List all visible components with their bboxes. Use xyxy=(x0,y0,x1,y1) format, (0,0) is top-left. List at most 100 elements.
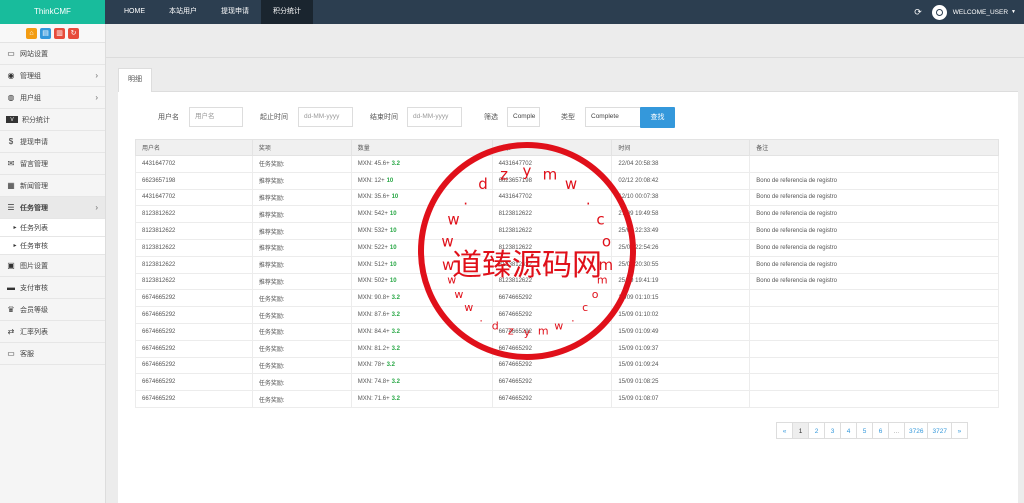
sidebar-item-member-levels[interactable]: ♛ 会员等级 xyxy=(0,299,105,321)
amount-base: MXN: 12+ xyxy=(357,177,385,184)
amount-bonus: 3.2 xyxy=(391,345,400,352)
sidebar-item-task-management[interactable]: ☰ 任务管理 › xyxy=(0,197,105,219)
avatar[interactable] xyxy=(931,4,947,20)
table-row: 6674665292 任务奖励: MXN: 71.6+ 3.2 6674665292 15… xyxy=(135,390,999,408)
sidebar-item-image-settings[interactable]: ▣ 图片设置 xyxy=(0,255,105,277)
sidebar-item-news[interactable]: ▦ 新闻管理 xyxy=(0,175,105,197)
filter-select[interactable]: Comple xyxy=(507,107,540,127)
sidebar-item-task-list[interactable]: ▸ 任务列表 xyxy=(0,219,105,237)
end-date-input[interactable]: dd-MM-yyyy xyxy=(407,107,462,127)
pagination-page[interactable]: 1 xyxy=(792,422,809,439)
cell-amount: MXN: 45.6+ 3.2 xyxy=(350,155,493,173)
amount-base: MXN: 522+ xyxy=(357,244,388,251)
pagination-page[interactable]: 4 xyxy=(840,422,857,439)
cell-award: 任务奖励: xyxy=(251,390,352,408)
cell-time: 22/04 20:58:38 xyxy=(611,155,751,173)
sidebar-item-messages[interactable]: ✉ 留言管理 xyxy=(0,153,105,175)
table-row: 8123812622 推荐奖励: MXN: 512+ 10 8123812622 25/0… xyxy=(135,255,999,274)
cell-remark: Bono de referencia de registro xyxy=(749,171,999,190)
quick-actions: ⌂ ▤ ▥ ↻ xyxy=(0,24,105,43)
amount-bonus: 10 xyxy=(389,278,397,285)
pagination-page: ... xyxy=(888,422,905,439)
cell-remark: Bono de referencia de registro xyxy=(749,272,999,291)
cell-award: 任务奖励: xyxy=(251,356,352,375)
cell-time: 25/09 20:30:55 xyxy=(611,255,751,274)
cell-target: 8123812622 xyxy=(491,238,613,257)
amount-bonus: 10 xyxy=(389,244,397,251)
refresh-cache-icon[interactable]: ↻ xyxy=(68,27,79,39)
nav-users[interactable]: 本站用户 xyxy=(157,0,209,24)
user-icon: ◍ xyxy=(7,93,15,102)
file-icon[interactable]: ▤ xyxy=(40,27,51,39)
nav-withdrawals[interactable]: 提现申请 xyxy=(209,0,261,24)
table-row: 6674665292 任务奖励: MXN: 87.6+ 3.2 6674665292 15… xyxy=(135,306,999,324)
table-row: 8123812622 推荐奖励: MXN: 522+ 10 8123812622 25/0… xyxy=(135,238,999,257)
sidebar-item-site-settings[interactable]: ▭ 网站设置 xyxy=(0,43,105,65)
amount-base: MXN: 87.6+ xyxy=(357,312,390,319)
amount-bonus: 10 xyxy=(386,177,394,184)
table-header-row: 用户名 奖项 数量 对象 时间 备注 xyxy=(135,139,999,156)
pagination-page[interactable]: 3 xyxy=(824,422,841,439)
cell-amount: MXN: 532+ 10 xyxy=(350,222,493,240)
cell-time: 15/09 01:09:37 xyxy=(611,339,751,358)
sidebar-item-withdrawals[interactable]: $ 提现申请 xyxy=(0,131,105,153)
refresh-icon[interactable]: ⟳ xyxy=(914,7,922,18)
cell-amount: MXN: 78+ 3.2 xyxy=(350,356,493,375)
amount-bonus: 3.2 xyxy=(391,312,400,319)
cell-time: 15/09 01:10:15 xyxy=(611,289,751,308)
caret-down-icon[interactable]: ▼ xyxy=(1011,9,1016,15)
sidebar-item-customer-service[interactable]: ▭ 客服 xyxy=(0,343,105,365)
nav-home[interactable]: HOME xyxy=(112,0,157,24)
cell-target: 6674665292 xyxy=(491,322,613,341)
pagination-page[interactable]: 3726 xyxy=(904,422,929,439)
pagination-page[interactable]: 3727 xyxy=(927,422,952,439)
sidebar-item-task-review[interactable]: ▸ 任务审核 xyxy=(0,237,105,255)
cell-award: 推荐奖励: xyxy=(251,255,352,274)
tab-details[interactable]: 明细 xyxy=(118,68,152,92)
cell-amount: MXN: 502+ 10 xyxy=(350,272,493,291)
trash-icon[interactable]: ▥ xyxy=(54,27,65,39)
cell-username: 4431647702 xyxy=(135,155,253,173)
cell-username: 4431647702 xyxy=(135,188,253,207)
pagination-next[interactable]: » xyxy=(950,422,968,439)
cell-amount: MXN: 74.8+ 3.2 xyxy=(350,373,493,392)
start-time-label: 起止时间 xyxy=(260,114,288,121)
table-row: 8123812622 推荐奖励: MXN: 532+ 10 8123812622 25/0… xyxy=(135,222,999,240)
cell-award: 推荐奖励: xyxy=(251,238,352,257)
table-row: 6623657198 推荐奖励: MXN: 12+ 10 6623657198 02/12… xyxy=(135,171,999,190)
cell-time: 02/12 20:08:42 xyxy=(611,171,751,190)
top-nav: HOME 本站用户 提现申请 积分统计 xyxy=(112,0,313,24)
sidebar-item-exchange-rates[interactable]: ⇄ 汇率列表 xyxy=(0,321,105,343)
pagination-page[interactable]: 6 xyxy=(872,422,889,439)
pagination-prev[interactable]: « xyxy=(776,422,793,439)
type-select[interactable]: Complete xyxy=(585,107,641,127)
search-button[interactable]: 查找 xyxy=(640,107,675,128)
cell-remark xyxy=(749,356,999,375)
brand-logo[interactable]: ThinkCMF xyxy=(0,0,105,24)
home-icon[interactable]: ⌂ xyxy=(26,27,37,39)
username-input[interactable]: 用户名 xyxy=(189,107,243,127)
cell-remark xyxy=(749,306,999,324)
amount-base: MXN: 512+ xyxy=(357,261,388,268)
cell-target: 8123812622 xyxy=(491,205,613,224)
sidebar-item-label: 网站设置 xyxy=(20,50,48,58)
cell-award: 推荐奖励: xyxy=(251,171,352,190)
exchange-icon: ⇄ xyxy=(7,327,15,336)
cell-time: 25/09 22:54:26 xyxy=(611,238,751,257)
cell-award: 推荐奖励: xyxy=(251,188,352,207)
pagination-page[interactable]: 5 xyxy=(856,422,873,439)
username-label[interactable]: WELCOME_USER xyxy=(953,9,1008,16)
sidebar-item-points-stats[interactable]: V 积分统计 xyxy=(0,109,105,131)
pagination-page[interactable]: 2 xyxy=(808,422,825,439)
cell-target: 6674665292 xyxy=(491,289,613,308)
sidebar: ⌂ ▤ ▥ ↻ ▭ 网站设置 ◉ 管理组 › ◍ 用户组 › V 积分统计 $ 提现申请 ✉ 留… xyxy=(0,24,106,503)
pagination: «1 2 3 4 5 6... 3726 3727» xyxy=(776,422,968,439)
cell-time: 15/09 01:08:25 xyxy=(611,373,751,392)
sidebar-item-admin-group[interactable]: ◉ 管理组 › xyxy=(0,65,105,87)
amount-bonus: 10 xyxy=(389,211,397,218)
sidebar-item-payment-review[interactable]: ▬ 支付审核 xyxy=(0,277,105,299)
nav-points-stats[interactable]: 积分统计 xyxy=(261,0,313,24)
table-row: 6674665292 任务奖励: MXN: 81.2+ 3.2 6674665292 15… xyxy=(135,339,999,358)
start-date-input[interactable]: dd-MM-yyyy xyxy=(298,107,353,127)
sidebar-item-user-group[interactable]: ◍ 用户组 › xyxy=(0,87,105,109)
